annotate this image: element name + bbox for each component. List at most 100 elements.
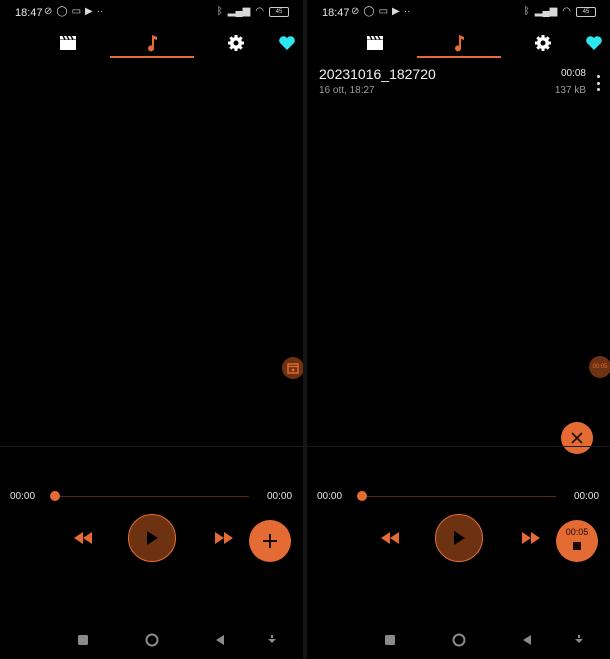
- fast-forward-icon: [522, 532, 540, 544]
- rewind-button[interactable]: [72, 530, 94, 546]
- wifi-icon: ◠: [255, 6, 264, 17]
- whatsapp-icon: ◯: [56, 6, 68, 17]
- total-time: 00:00: [267, 491, 293, 502]
- seek-thumb[interactable]: [50, 491, 60, 501]
- phone-screen-recording: 18:47 ⊘ ◯ ▭ ▶ ·· ᛒ ▂▄▆ ◠ 45 20231016_182…: [307, 0, 610, 659]
- clapperboard-icon: [60, 35, 76, 50]
- fast-forward-button[interactable]: [213, 530, 235, 546]
- signal-icon: ▂▄▆: [227, 6, 251, 17]
- music-note-icon: [455, 35, 464, 52]
- tab-audio[interactable]: [140, 31, 164, 55]
- play-button[interactable]: [435, 514, 483, 562]
- recording-duration: 00:08: [560, 68, 586, 79]
- close-icon: [571, 432, 583, 444]
- fast-forward-icon: [215, 532, 233, 544]
- tab-settings[interactable]: [224, 31, 248, 55]
- back-triangle-icon: [523, 635, 531, 645]
- gear-icon: [228, 35, 244, 51]
- stop-recording-button[interactable]: 00:05: [556, 520, 598, 562]
- status-bar: 18:47 ⊘ ◯ ▭ ▶ ·· ᛒ ▂▄▆ ◠ 45: [307, 0, 610, 26]
- rewind-icon: [381, 532, 399, 544]
- current-time: 00:00: [10, 491, 36, 502]
- calendar-music-icon: [287, 363, 299, 374]
- status-time: 18:47: [15, 7, 43, 19]
- new-recording-button[interactable]: [249, 520, 291, 562]
- total-time: 00:00: [574, 491, 600, 502]
- plus-icon: [263, 534, 277, 548]
- more-options-icon[interactable]: [594, 74, 602, 92]
- recents-button[interactable]: [383, 633, 397, 647]
- more-notifications-icon: ··: [96, 6, 104, 17]
- stop-icon: [573, 542, 581, 550]
- battery-icon: 45: [269, 7, 289, 17]
- recording-size: 137 kB: [554, 85, 586, 96]
- clapperboard-icon: [367, 35, 383, 50]
- wifi-icon: ◠: [562, 6, 571, 17]
- recents-square-icon: [78, 635, 88, 645]
- recording-list-item[interactable]: 20231016_182720 16 ott, 18:27 00:08 137 …: [319, 66, 602, 102]
- play-icon: [147, 531, 158, 545]
- bluetooth-icon: ᛒ: [216, 6, 223, 17]
- tab-favorites[interactable]: [582, 31, 606, 55]
- music-note-icon: [148, 35, 157, 52]
- play-button[interactable]: [128, 514, 176, 562]
- home-circle-icon: [452, 633, 466, 647]
- home-button[interactable]: [452, 633, 466, 647]
- play-icon: [454, 531, 465, 545]
- play-store-icon: ▶: [392, 6, 400, 17]
- phone-screen-empty-state: 18:47 ⊘ ◯ ▭ ▶ ·· ᛒ ▂▄▆ ◠ 45 00:00 00:00: [0, 0, 303, 659]
- recents-square-icon: [385, 635, 395, 645]
- seek-bar[interactable]: [362, 496, 556, 497]
- divider: [307, 446, 610, 447]
- whatsapp-icon: ◯: [363, 6, 375, 17]
- tab-audio[interactable]: [447, 31, 471, 55]
- divider: [0, 446, 303, 447]
- current-time: 00:00: [317, 491, 343, 502]
- assistant-icon: [575, 635, 583, 643]
- heart-icon: [279, 36, 295, 50]
- recording-timer-bubble[interactable]: 00:05: [589, 356, 610, 378]
- status-bar: 18:47 ⊘ ◯ ▭ ▶ ·· ᛒ ▂▄▆ ◠ 45: [0, 0, 303, 26]
- recents-button[interactable]: [76, 633, 90, 647]
- more-notifications-icon: ··: [403, 6, 411, 17]
- notification-muted-icon: ⊘: [351, 6, 360, 17]
- recording-date: 16 ott, 18:27: [319, 85, 375, 96]
- battery-icon: 45: [576, 7, 596, 17]
- notification-muted-icon: ⊘: [44, 6, 53, 17]
- system-nav-bar: [0, 622, 303, 658]
- tab-video[interactable]: [363, 31, 387, 55]
- status-time: 18:47: [322, 7, 350, 19]
- bluetooth-icon: ᛒ: [523, 6, 530, 17]
- play-store-icon: ▶: [85, 6, 93, 17]
- back-triangle-icon: [216, 635, 224, 645]
- recording-title: 20231016_182720: [319, 66, 436, 82]
- system-nav-bar: [307, 622, 610, 658]
- mail-icon: ▭: [378, 6, 389, 17]
- assistant-button[interactable]: [572, 633, 586, 647]
- tab-favorites[interactable]: [275, 31, 299, 55]
- tab-settings[interactable]: [531, 31, 555, 55]
- back-button[interactable]: [520, 633, 534, 647]
- seek-thumb[interactable]: [357, 491, 367, 501]
- tab-video[interactable]: [56, 31, 80, 55]
- assistant-icon: [268, 635, 276, 643]
- home-circle-icon: [145, 633, 159, 647]
- rewind-button[interactable]: [379, 530, 401, 546]
- cancel-recording-button[interactable]: [561, 422, 593, 454]
- tab-selected-indicator: [417, 56, 501, 58]
- floating-timer-label: 00:05: [592, 364, 608, 370]
- fast-forward-button[interactable]: [520, 530, 542, 546]
- gear-icon: [535, 35, 551, 51]
- seek-bar[interactable]: [55, 496, 249, 497]
- tab-selected-indicator: [110, 56, 194, 58]
- home-button[interactable]: [145, 633, 159, 647]
- top-tab-bar: [307, 26, 610, 60]
- open-folder-button[interactable]: [282, 357, 303, 379]
- signal-icon: ▂▄▆: [534, 6, 558, 17]
- recording-elapsed-time: 00:05: [565, 527, 589, 537]
- back-button[interactable]: [213, 633, 227, 647]
- assistant-button[interactable]: [265, 633, 279, 647]
- top-tab-bar: [0, 26, 303, 60]
- rewind-icon: [74, 532, 92, 544]
- mail-icon: ▭: [71, 6, 82, 17]
